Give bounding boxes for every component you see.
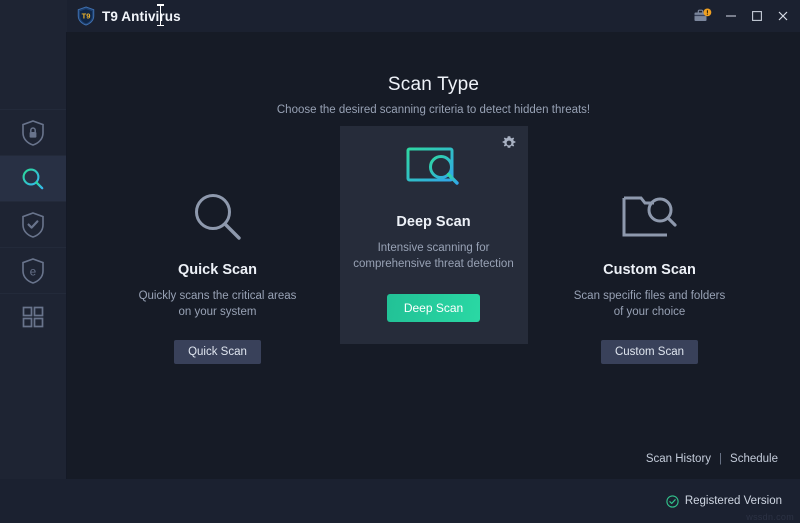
custom-scan-button[interactable]: Custom Scan	[601, 340, 698, 364]
app-window: T9 T9 Antivirus	[0, 0, 800, 523]
registered-status: Registered Version	[666, 495, 782, 508]
status-bar: Registered Version wssdn.com	[0, 479, 800, 523]
app-brand: T9 T9 Antivirus	[67, 6, 181, 26]
magnifier-icon	[20, 166, 46, 192]
card-title: Custom Scan	[556, 262, 744, 278]
titlebar-sidebar-pad	[0, 0, 67, 32]
folder-magnifier-icon	[621, 191, 679, 243]
body-row: e Scan Type Choose the desired scanning …	[0, 32, 800, 479]
deep-scan-icon-wrap	[340, 140, 528, 202]
sidebar-bottom-spacer	[0, 339, 66, 353]
scan-type-cards: Quick Scan Quickly scans the critical ar…	[67, 144, 800, 364]
page-title: Scan Type	[67, 74, 800, 96]
toolbox-alert-icon[interactable]	[688, 1, 718, 31]
app-title: T9 Antivirus	[102, 9, 181, 24]
footer-separator: |	[719, 453, 722, 465]
gear-icon[interactable]	[501, 135, 517, 151]
card-description: Quickly scans the critical areas on your…	[124, 288, 312, 320]
magnifier-icon	[189, 188, 247, 246]
minimize-button[interactable]	[718, 1, 744, 31]
svg-text:T9: T9	[82, 12, 91, 21]
sidebar-item-exploit[interactable]: e	[0, 247, 66, 293]
check-circle-icon	[666, 495, 679, 508]
card-description: Scan specific files and folders of your …	[556, 288, 744, 320]
t9-shield-logo-icon: T9	[77, 6, 95, 26]
sidebar-top-spacer	[0, 32, 66, 109]
sidebar-item-secure[interactable]	[0, 201, 66, 247]
footer-links: Scan History | Schedule	[646, 453, 778, 479]
sidebar-item-tools[interactable]	[0, 293, 66, 339]
card-title: Deep Scan	[340, 214, 528, 230]
sidebar: e	[0, 32, 67, 479]
page-header: Scan Type Choose the desired scanning cr…	[67, 32, 800, 116]
sidebar-item-scan[interactable]	[0, 155, 66, 201]
window-controls	[688, 0, 800, 32]
text-cursor	[160, 4, 161, 26]
registered-label: Registered Version	[685, 495, 782, 507]
quick-scan-icon-wrap	[124, 186, 312, 248]
deep-scan-button[interactable]: Deep Scan	[387, 294, 480, 322]
card-description: Intensive scanning for comprehensive thr…	[340, 240, 528, 272]
sidebar-item-protection[interactable]	[0, 109, 66, 155]
shield-check-icon	[20, 211, 46, 239]
quick-scan-button[interactable]: Quick Scan	[174, 340, 261, 364]
main-content: Scan Type Choose the desired scanning cr…	[67, 32, 800, 479]
schedule-link[interactable]: Schedule	[730, 453, 778, 465]
card-title: Quick Scan	[124, 262, 312, 278]
svg-text:e: e	[30, 266, 36, 278]
card-deep-scan[interactable]: Deep Scan Intensive scanning for compreh…	[340, 126, 528, 344]
page-subtitle: Choose the desired scanning criteria to …	[67, 104, 800, 116]
watermark: wssdn.com	[746, 512, 794, 522]
shield-e-icon: e	[20, 257, 46, 285]
custom-scan-icon-wrap	[556, 186, 744, 248]
maximize-button[interactable]	[744, 1, 770, 31]
grid-apps-icon	[21, 305, 45, 329]
card-custom-scan[interactable]: Custom Scan Scan specific files and fold…	[556, 156, 744, 364]
scan-history-link[interactable]: Scan History	[646, 453, 711, 465]
title-bar: T9 T9 Antivirus	[0, 0, 800, 32]
close-button[interactable]	[770, 1, 796, 31]
monitor-magnifier-icon	[403, 144, 465, 198]
card-quick-scan[interactable]: Quick Scan Quickly scans the critical ar…	[124, 156, 312, 364]
shield-lock-icon	[20, 119, 46, 147]
